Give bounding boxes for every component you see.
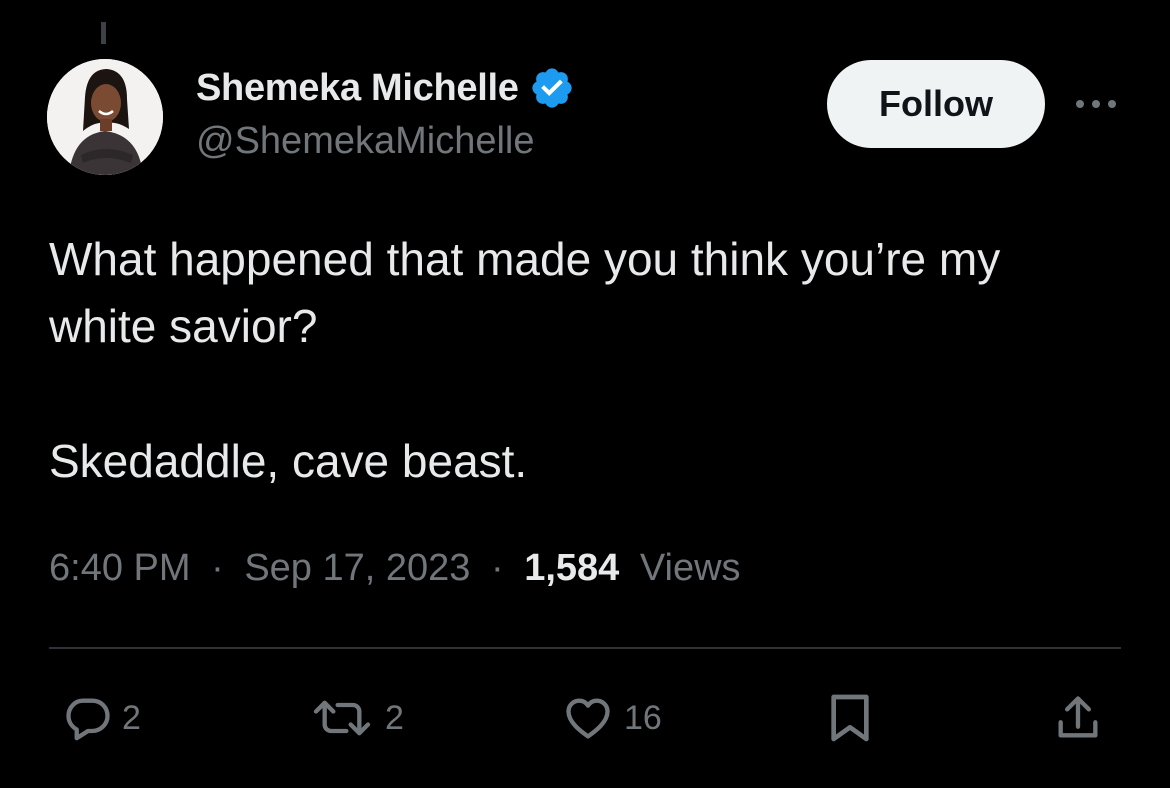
retweet-count: 2 [385,698,404,737]
views-count: 1,584 [524,547,620,589]
more-horizontal-icon[interactable] [1072,92,1122,116]
meta-separator: · [211,547,224,589]
reply-count: 2 [122,698,141,737]
reply-button[interactable]: 2 [62,692,141,744]
share-icon [1058,696,1098,738]
meta-separator: · [490,547,504,589]
like-button[interactable]: 16 [560,692,662,744]
retweet-icon [313,700,371,736]
author-handle[interactable]: @ShemekaMichelle [196,120,535,163]
avatar[interactable] [47,59,163,175]
follow-button[interactable]: Follow [827,60,1045,148]
bookmark-button[interactable] [826,692,874,744]
tweet-line: Skedaddle, cave beast. [49,435,528,487]
reply-bubble-icon [66,698,110,741]
retweet-button[interactable]: 2 [307,692,404,744]
divider [49,647,1121,649]
tweet-time[interactable]: 6:40 PM [49,547,191,589]
like-count: 16 [624,698,662,737]
verified-badge-icon[interactable] [529,64,577,112]
thread-connector-line [101,22,106,44]
author-name-row: Shemeka Michelle [196,64,577,112]
tweet-text: What happened that made you think you’re… [49,226,1129,495]
views-label: Views [639,547,741,589]
bookmark-icon [831,694,869,742]
tweet-date[interactable]: Sep 17, 2023 [244,547,470,589]
share-button[interactable] [1052,692,1104,744]
display-name[interactable]: Shemeka Michelle [196,67,519,110]
tweet-meta: 6:40 PM · Sep 17, 2023 · 1,584 Views [49,547,741,590]
tweet-line: What happened that made you think you’re… [49,233,1001,285]
heart-icon [566,698,610,739]
tweet-line: white savior? [49,300,318,352]
